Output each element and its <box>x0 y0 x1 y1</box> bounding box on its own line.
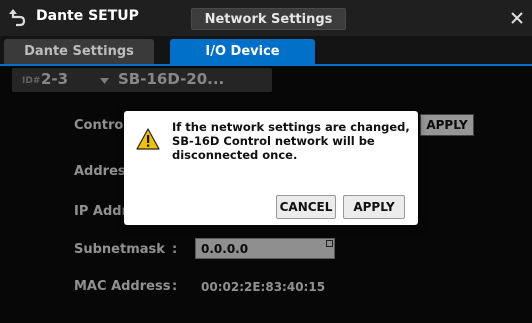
back-button[interactable] <box>2 2 32 32</box>
cancel-button[interactable]: CANCEL <box>276 195 336 219</box>
dialog-message-line: If the network settings are changed, <box>172 120 410 134</box>
tab-dante-settings[interactable]: Dante Settings <box>4 39 154 64</box>
dialog-message: If the network settings are changed, SB-… <box>172 120 410 162</box>
dialog-message-line: disconnected once. <box>172 148 298 162</box>
close-button[interactable] <box>506 7 528 29</box>
dialog-message-line: SB-16D Control network will be <box>172 134 375 148</box>
app-title: Dante SETUP <box>36 8 139 24</box>
warning-icon <box>136 128 160 150</box>
close-icon <box>511 12 523 24</box>
apply-button[interactable]: APPLY <box>343 195 405 219</box>
back-arrow-icon <box>9 9 26 27</box>
page-title: Network Settings <box>191 8 346 30</box>
tab-io-device[interactable]: I/O Device <box>170 39 315 64</box>
